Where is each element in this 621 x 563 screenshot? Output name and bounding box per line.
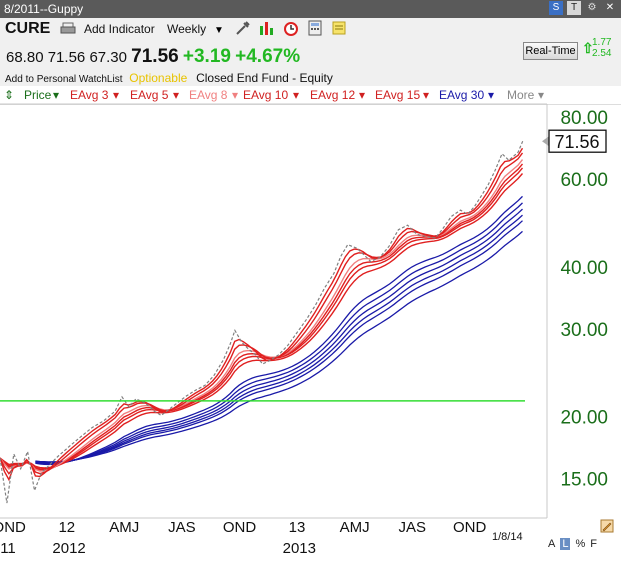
y-tick-label: 20.00 [560, 408, 608, 429]
last-price-marker: 71.56 [542, 129, 607, 153]
price-chart[interactable]: 80.00 60.00 40.00 30.00 20.00 15.00 OND 12 AMJ J… [0, 0, 621, 563]
scale-options: A L % F [548, 538, 597, 550]
x-tick-label: OND [453, 519, 487, 536]
price-series [0, 140, 524, 504]
scale-option-percent[interactable]: % [575, 538, 585, 550]
long-term-averages [35, 195, 523, 466]
y-tick-label: 60.00 [560, 170, 608, 191]
x-tick-label: JAS [398, 519, 426, 536]
eavg-35-line [35, 202, 523, 465]
last-price-pointer [542, 136, 549, 147]
scale-option-f[interactable]: F [590, 538, 597, 550]
eavg-30-line [35, 195, 523, 466]
x-tick-label: 12 [58, 519, 75, 536]
x-tick-label: OND [0, 519, 26, 536]
eavg-15-line [0, 173, 524, 469]
x-tick-label: AMJ [340, 519, 370, 536]
y-tick-label: 15.00 [560, 470, 608, 491]
x-tick-label: JAS [168, 519, 196, 536]
x-year-label: 2012 [52, 540, 85, 557]
eavg-10-line [0, 163, 524, 471]
eavg-8-line [0, 159, 524, 472]
status-date: 1/8/14 [492, 531, 523, 543]
short-term-averages [0, 147, 524, 482]
scale-option-l[interactable]: L [560, 538, 571, 550]
scale-option-a[interactable]: A [548, 538, 555, 550]
eavg-40-line [35, 208, 523, 464]
y-axis: 80.00 60.00 40.00 30.00 20.00 15.00 [560, 108, 608, 491]
x-axis: OND 12 AMJ JAS OND 13 AMJ JAS OND 11 2012 2013 [0, 519, 487, 557]
eavg-5-line [0, 152, 524, 475]
x-year-label: 11 [0, 540, 16, 557]
x-tick-label: OND [223, 519, 257, 536]
y-tick-label: 80.00 [560, 108, 608, 129]
x-year-label: 2013 [283, 540, 316, 557]
x-tick-label: AMJ [109, 519, 139, 536]
price-line [0, 140, 524, 504]
pencil-icon[interactable] [600, 519, 614, 533]
x-tick-label: 13 [289, 519, 306, 536]
y-tick-label: 30.00 [560, 320, 608, 341]
y-tick-label: 40.00 [560, 258, 608, 279]
eavg-3-line [0, 147, 524, 482]
last-price-label: 71.56 [554, 132, 599, 152]
eavg-12-line [0, 167, 524, 470]
eavg-45-line [35, 214, 523, 464]
